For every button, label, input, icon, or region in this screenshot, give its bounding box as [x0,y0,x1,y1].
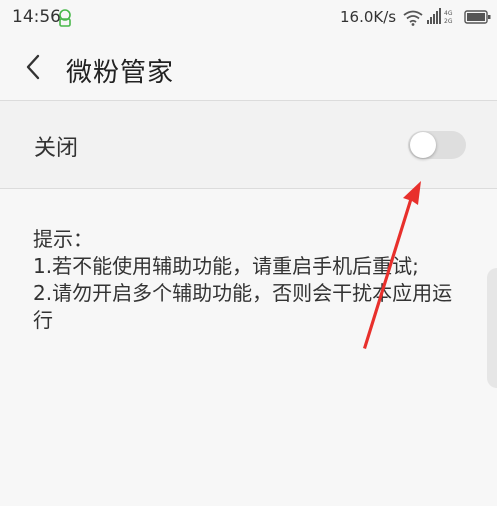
tip-heading: 提示： [33,227,93,251]
page-title: 微粉管家 [66,58,175,88]
signal-icon: 4G 2G [427,8,461,26]
header-bar: 微粉管家 [0,36,497,100]
notification-icon [57,9,73,27]
tip-line: 2.请勿开启多个辅助功能，否则会干扰本应用运行 [33,281,453,332]
setting-row-toggle[interactable]: 关闭 [0,101,497,188]
toggle-knob [410,132,436,158]
svg-text:2G: 2G [444,18,453,25]
back-button[interactable] [16,52,50,86]
chevron-left-icon [25,54,41,84]
svg-text:4G: 4G [444,10,453,17]
status-bar: 14:56 16.0K/s 4G 2G [0,0,497,36]
tip-line: 1.若不能使用辅助功能，请重启手机后重试; [33,254,419,278]
wifi-icon [403,10,423,26]
network-speed: 16.0K/s [340,8,397,26]
tip-block: 提示： 1.若不能使用辅助功能，请重启手机后重试; 2.请勿开启多个辅助功能，否… [33,226,465,334]
toggle-switch[interactable] [408,131,466,159]
floating-edge-tab[interactable] [487,268,497,388]
setting-label: 关闭 [34,136,79,161]
battery-icon [464,8,492,26]
divider [0,188,497,189]
status-time: 14:56 [12,7,61,27]
